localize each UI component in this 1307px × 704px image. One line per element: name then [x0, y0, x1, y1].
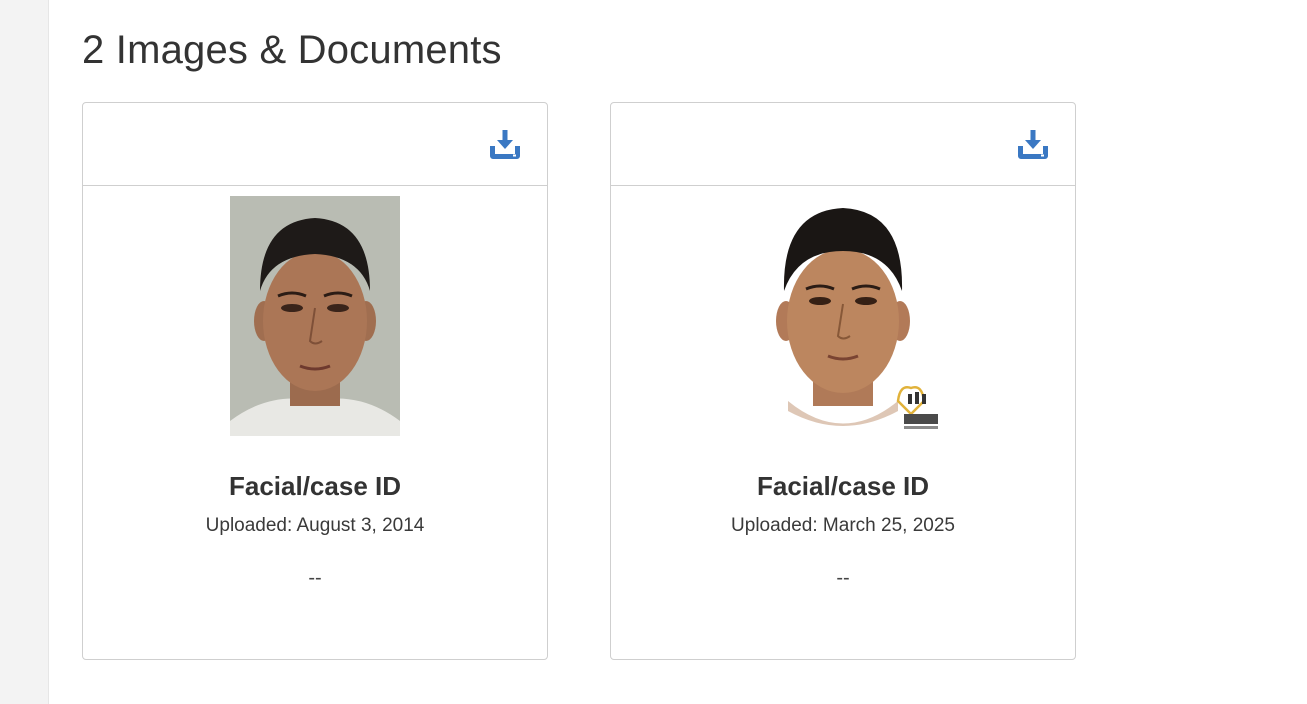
card-description: --: [308, 567, 322, 589]
card-description: --: [836, 567, 850, 589]
image-card: Facial/case ID Uploaded: March 25, 2025 …: [610, 102, 1076, 660]
upload-date: Uploaded: March 25, 2025: [731, 515, 955, 536]
image-card: Facial/case ID Uploaded: August 3, 2014 …: [82, 102, 548, 660]
facial-reconstruction-image[interactable]: [748, 196, 938, 436]
section-title: 2 Images & Documents: [82, 28, 502, 72]
download-icon[interactable]: [1015, 127, 1051, 163]
facial-photo-image[interactable]: [230, 196, 400, 436]
left-rail: [0, 0, 49, 704]
card-title: Facial/case ID: [229, 471, 401, 501]
upload-date: Uploaded: August 3, 2014: [205, 515, 425, 536]
card-header: [611, 103, 1075, 186]
download-icon[interactable]: [487, 127, 523, 163]
card-title: Facial/case ID: [757, 471, 929, 501]
card-header: [83, 103, 547, 186]
